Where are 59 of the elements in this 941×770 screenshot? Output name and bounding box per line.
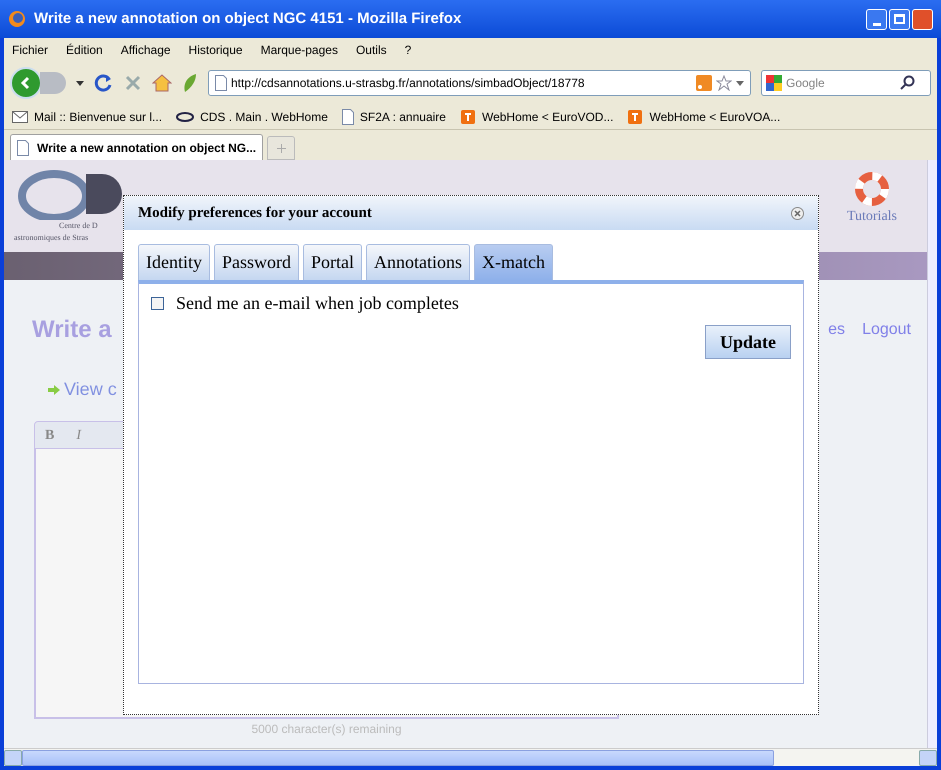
- close-icon: [794, 210, 801, 216]
- character-counter: 5000 character(s) remaining: [250, 722, 403, 736]
- logo-caption: astronomiques de Stras: [14, 232, 90, 244]
- vertical-scrollbar[interactable]: [927, 160, 937, 748]
- page-icon: [215, 75, 227, 91]
- lifebuoy-icon[interactable]: [854, 172, 889, 206]
- menu-item[interactable]: Marque-pages: [260, 41, 338, 59]
- window-title: Write a new annotation on object NGC 4151 - Mozilla Firefox: [34, 8, 462, 29]
- feed-icon[interactable]: [696, 75, 712, 91]
- menu-item[interactable]: ?: [404, 41, 412, 59]
- search-engine-icon[interactable]: [766, 75, 782, 91]
- stop-icon[interactable]: [124, 74, 142, 92]
- dialog-tab[interactable]: Identity: [138, 244, 210, 280]
- dialog-tab[interactable]: X-match: [474, 244, 553, 280]
- menu-item[interactable]: Fichier: [12, 41, 48, 59]
- search-input[interactable]: Google: [786, 74, 896, 92]
- minimize-button[interactable]: [866, 8, 887, 30]
- bookmark-link[interactable]: WebHome < EuroVOA...: [649, 108, 780, 126]
- address-field[interactable]: http://cdsannotations.u-strasbg.fr/annotations/simbadObject/18778: [208, 70, 751, 96]
- bookmark-link[interactable]: Mail :: Bienvenue sur l...: [34, 108, 162, 126]
- plus-icon: [276, 144, 286, 152]
- dialog-tab[interactable]: Portal: [303, 244, 362, 280]
- maximize-button[interactable]: [889, 8, 910, 30]
- new-tab-button[interactable]: [267, 136, 296, 160]
- dialog-tab[interactable]: Annotations: [366, 244, 470, 280]
- wiki-icon: [460, 108, 476, 124]
- arrow-icon: [48, 384, 60, 394]
- envelope-icon: [12, 110, 28, 122]
- logo-caption: Centre de D: [58, 220, 99, 232]
- update-button[interactable]: Update: [704, 325, 791, 359]
- bookmark-link[interactable]: WebHome < EuroVOD...: [482, 108, 614, 126]
- reload-icon[interactable]: [94, 73, 114, 93]
- horizontal-scrollbar[interactable]: [4, 748, 937, 766]
- dropdown-arrow-icon[interactable]: [76, 80, 84, 86]
- menu-item[interactable]: Affichage: [120, 41, 171, 59]
- checkbox-label: Send me an e-mail when job completes: [176, 292, 459, 315]
- leaf-icon[interactable]: [182, 73, 198, 93]
- menu-item[interactable]: Outils: [356, 41, 387, 59]
- dropdown-arrow-icon[interactable]: [736, 80, 744, 86]
- search-field[interactable]: Google: [761, 70, 931, 96]
- search-icon[interactable]: [900, 75, 916, 91]
- star-icon[interactable]: [716, 75, 732, 91]
- dialog-title: Modify preferences for your account: [138, 204, 373, 223]
- checkbox[interactable]: [151, 297, 164, 310]
- globe-icon: [8, 10, 26, 28]
- dialog-tab[interactable]: Password: [214, 244, 300, 280]
- wiki-icon: [627, 108, 644, 124]
- bookmark-link[interactable]: CDS . Main . WebHome: [200, 108, 328, 126]
- page-icon: [342, 108, 354, 124]
- back-button[interactable]: [10, 67, 42, 99]
- bookmark-link[interactable]: SF2A : annuaire: [360, 108, 446, 126]
- page-icon: [17, 140, 29, 156]
- logo-icon: [176, 110, 194, 122]
- menu-item[interactable]: Historique: [188, 41, 243, 59]
- close-button[interactable]: [791, 206, 804, 220]
- home-icon[interactable]: [152, 74, 172, 92]
- page-heading: Write a: [32, 315, 112, 345]
- menu-item[interactable]: Édition: [66, 41, 103, 59]
- browser-tab[interactable]: Write a new annotation on object NG...: [10, 134, 264, 160]
